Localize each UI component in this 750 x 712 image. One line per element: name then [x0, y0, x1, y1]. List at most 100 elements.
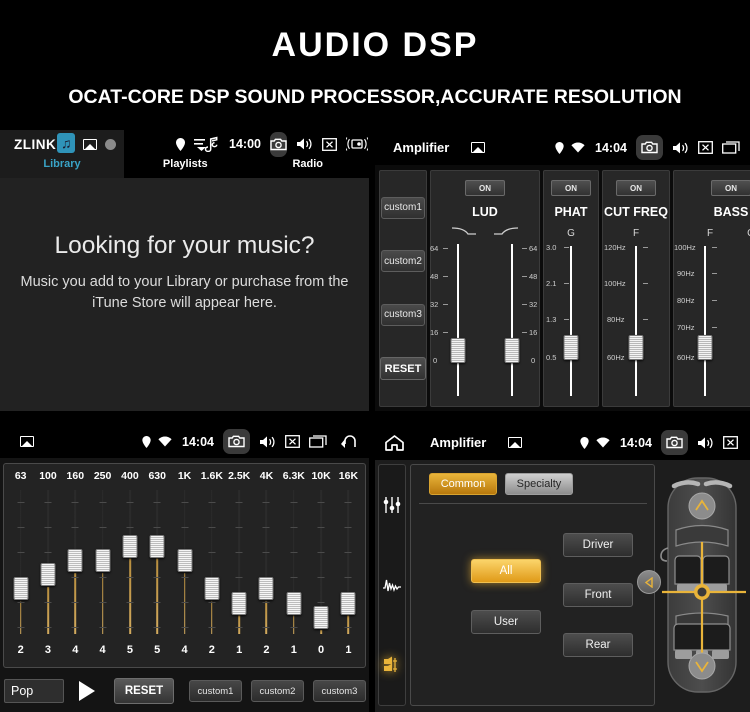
eq-slider-4K[interactable] — [253, 488, 280, 638]
slider-knob[interactable] — [563, 335, 579, 360]
fader-preset-front[interactable]: Front — [563, 583, 633, 607]
library-tabs: Playlists Radio — [124, 158, 369, 178]
picture-icon[interactable] — [83, 138, 98, 150]
volume-icon[interactable] — [259, 435, 276, 449]
eq-gridline — [153, 602, 161, 603]
camera-icon[interactable] — [661, 430, 688, 455]
dsp-lud-slider-left[interactable]: 64 48 32 16 0 — [430, 238, 485, 406]
balance-speaker-icon[interactable] — [381, 654, 403, 676]
tab-radio[interactable]: Radio — [247, 158, 370, 178]
car-seat-diagram[interactable] — [658, 464, 746, 706]
eq-slider-1.6K[interactable] — [198, 488, 225, 638]
picture-icon[interactable] — [508, 437, 523, 448]
radio-icon[interactable] — [345, 137, 368, 151]
eq-knob[interactable] — [122, 534, 138, 558]
eq-slider-100[interactable] — [34, 488, 61, 638]
dsp-preset-custom3[interactable]: custom3 — [381, 303, 425, 326]
dsp-column-phat: ON PHAT G 3.0 2.1 1.3 0.5 — [543, 170, 599, 407]
waveform-icon[interactable] — [381, 574, 403, 596]
dsp-preset-custom2[interactable]: custom2 — [381, 250, 425, 273]
volume-icon[interactable] — [697, 436, 714, 450]
eq-knob[interactable] — [67, 548, 83, 572]
tab-specialty[interactable]: Specialty — [505, 473, 573, 495]
tab-playlists[interactable]: Playlists — [124, 158, 247, 178]
dsp-bass-slider-f[interactable]: 100Hz 90Hz 80Hz 70Hz 60Hz — [674, 240, 736, 406]
dsp-bass-title: BASS — [713, 205, 749, 219]
volume-icon[interactable] — [672, 141, 689, 155]
fader-preset-driver[interactable]: Driver — [563, 533, 633, 557]
panel-library: ZLINK ♫ Library 14:00 Playlists Radio Lo… — [0, 130, 369, 411]
eq-slider-630[interactable] — [144, 488, 171, 638]
eq-slider-250[interactable] — [89, 488, 116, 638]
eq-custom3-button[interactable]: custom3 — [313, 680, 366, 702]
slider-knob[interactable] — [504, 338, 520, 363]
music-note-icon[interactable]: ♫ — [57, 133, 76, 153]
close-box-icon[interactable] — [285, 435, 300, 448]
back-icon[interactable] — [338, 434, 357, 449]
eq-knob[interactable] — [177, 548, 193, 572]
tab-common[interactable]: Common — [429, 473, 497, 495]
picture-icon[interactable] — [471, 142, 486, 153]
camera-icon[interactable] — [223, 429, 250, 454]
eq-knob[interactable] — [204, 577, 220, 601]
home-icon[interactable] — [385, 434, 404, 451]
eq-slider-6.3K[interactable] — [280, 488, 307, 638]
eq-custom1-button[interactable]: custom1 — [189, 680, 242, 702]
fader-preset-user[interactable]: User — [471, 610, 541, 634]
equalizer-sliders-icon[interactable] — [381, 494, 403, 516]
eq-gridline — [344, 527, 352, 528]
record-dot-icon[interactable] — [105, 138, 117, 150]
wifi-icon — [596, 437, 610, 448]
zlink-logo: ZLINK — [14, 136, 57, 152]
dsp-phat-on-button[interactable]: ON — [551, 180, 591, 196]
eq-slider-10K[interactable] — [307, 488, 334, 638]
eq-preset-select[interactable]: Pop — [4, 679, 64, 703]
dsp-lud-on-button[interactable]: ON — [465, 180, 505, 196]
dsp-reset-button[interactable]: RESET — [380, 357, 426, 381]
eq-knob[interactable] — [286, 591, 302, 615]
eq-gridline — [290, 577, 298, 578]
slider-knob[interactable] — [697, 335, 713, 360]
dsp-lud-slider-right[interactable]: 64 48 32 16 0 — [485, 238, 539, 406]
close-box-icon[interactable] — [723, 436, 738, 449]
picture-icon[interactable] — [20, 436, 34, 447]
camera-icon[interactable] — [636, 135, 663, 160]
fader-preset-rear[interactable]: Rear — [563, 633, 633, 657]
close-box-icon[interactable] — [322, 137, 337, 151]
eq-reset-button[interactable]: RESET — [114, 678, 174, 704]
camera-icon[interactable] — [269, 131, 287, 157]
eq-custom2-button[interactable]: custom2 — [251, 680, 304, 702]
play-icon[interactable] — [79, 681, 95, 701]
eq-knob[interactable] — [13, 577, 29, 601]
eq-slider-1K[interactable] — [171, 488, 198, 638]
eq-knob[interactable] — [40, 563, 56, 587]
tab-library[interactable]: Library — [0, 158, 124, 170]
eq-gridline — [44, 502, 52, 503]
eq-knob[interactable] — [313, 606, 329, 629]
eq-knob[interactable] — [258, 577, 274, 601]
fader-preset-all[interactable]: All — [471, 559, 541, 583]
eq-knob[interactable] — [95, 548, 111, 572]
close-box-icon[interactable] — [698, 141, 713, 154]
dsp-cutfreq-slider-f[interactable]: 120Hz 100Hz 80Hz 60Hz — [603, 240, 669, 406]
slider-knob[interactable] — [628, 335, 644, 360]
eq-slider-160[interactable] — [62, 488, 89, 638]
recents-icon[interactable] — [722, 141, 740, 154]
eq-knob[interactable] — [231, 591, 247, 615]
dsp-phat-slider-g[interactable]: 3.0 2.1 1.3 0.5 — [544, 240, 598, 406]
recents-icon[interactable] — [309, 435, 327, 448]
eq-freq-label: 250 — [93, 470, 112, 482]
eq-slider-2.5K[interactable] — [226, 488, 253, 638]
eq-knob[interactable] — [149, 534, 165, 558]
eq-slider-400[interactable] — [116, 488, 143, 638]
slider-knob[interactable] — [450, 338, 466, 363]
dsp-cutfreq-on-button[interactable]: ON — [616, 180, 656, 196]
eq-knob[interactable] — [340, 591, 356, 615]
volume-icon[interactable] — [296, 137, 313, 151]
dsp-bass-slider-g[interactable]: 3.0 2.5 2.0 1.5 1.0 0.5 — [736, 240, 750, 406]
eq-slider-16K[interactable] — [335, 488, 362, 638]
eq-slider-63[interactable] — [7, 488, 34, 638]
dsp-bass-on-button[interactable]: ON — [711, 180, 750, 196]
dsp-preset-custom1[interactable]: custom1 — [381, 196, 425, 219]
eq-value: 1 — [290, 644, 297, 656]
